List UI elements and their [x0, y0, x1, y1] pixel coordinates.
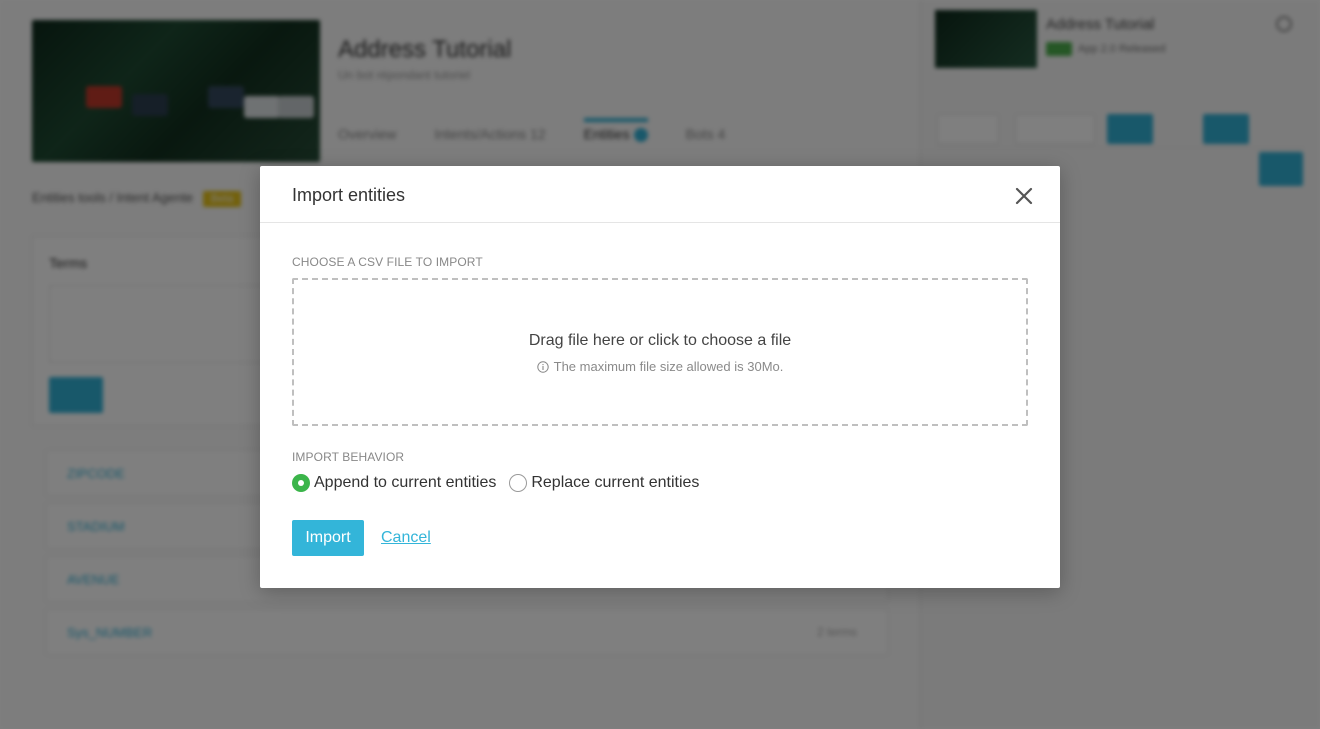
radio-replace-indicator[interactable] — [509, 474, 528, 492]
cancel-link[interactable]: Cancel — [381, 529, 431, 547]
info-icon — [536, 361, 549, 376]
radio-append-indicator[interactable] — [292, 474, 310, 492]
behavior-section-label: IMPORT BEHAVIOR — [292, 450, 405, 464]
import-behavior-options: Append to current entities Replace curre… — [292, 474, 712, 492]
file-section-label: CHOOSE A CSV FILE TO IMPORT — [292, 255, 483, 269]
dropzone-hint: The maximum file size allowed is 30Mo. — [294, 359, 1026, 376]
modal-header: Import entities — [260, 166, 1060, 223]
dropzone-text: Drag file here or click to choose a file — [528, 332, 792, 349]
modal-title: Import entities — [292, 185, 406, 205]
import-entities-modal: Import entities CHOOSE A CSV FILE TO IMP… — [260, 166, 1060, 588]
close-button[interactable] — [1010, 182, 1038, 210]
radio-replace-label: Replace current entities — [531, 474, 700, 491]
dropzone-hint-text: The maximum file size allowed is 30Mo. — [553, 359, 784, 374]
file-dropzone[interactable]: Drag file here or click to choose a file… — [292, 278, 1028, 426]
import-button[interactable]: Import — [292, 520, 364, 556]
radio-append-label: Append to current entities — [314, 474, 497, 491]
radio-replace[interactable]: Replace current entities — [509, 474, 699, 492]
radio-append[interactable]: Append to current entities — [292, 474, 496, 492]
close-icon — [1010, 182, 1038, 210]
